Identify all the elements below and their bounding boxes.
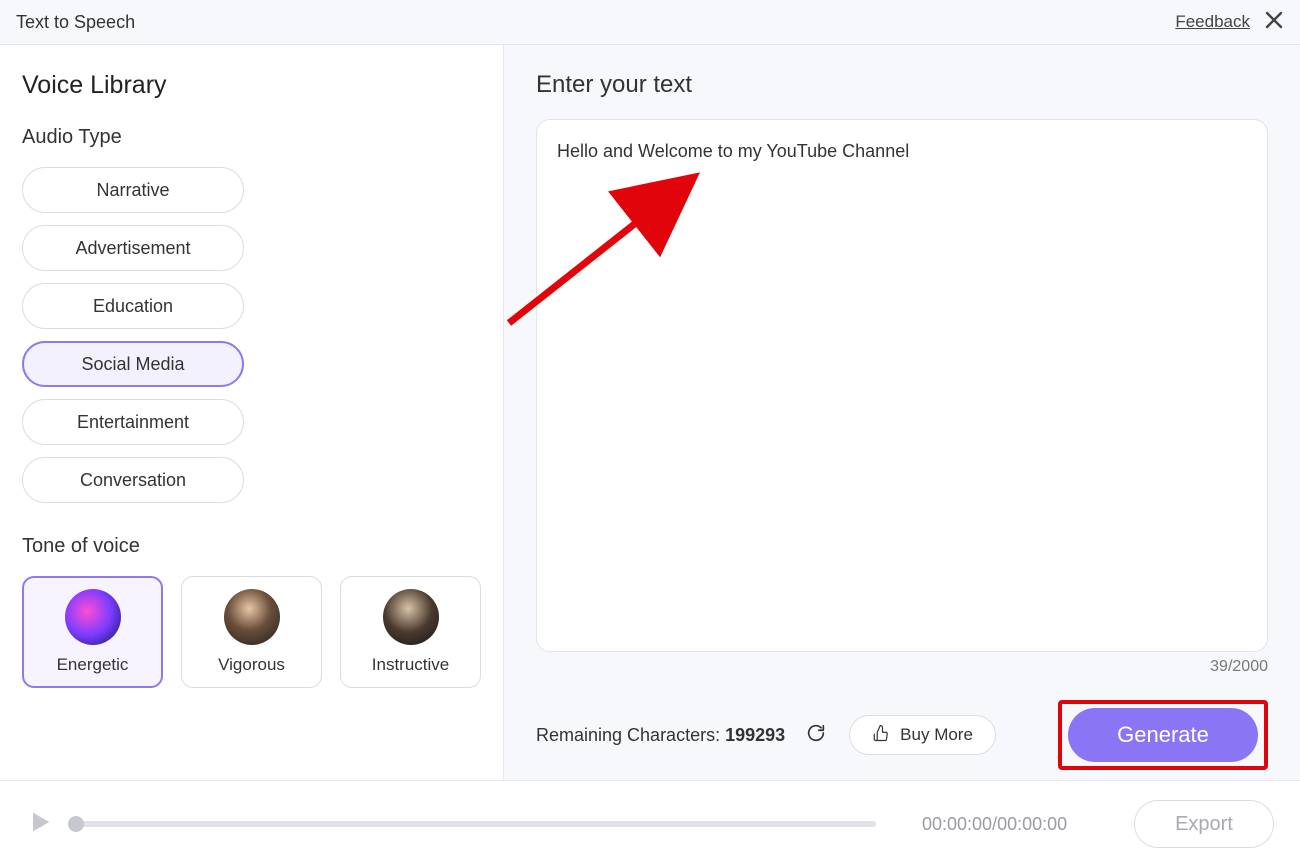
audio-type-narrative[interactable]: Narrative	[22, 167, 244, 213]
action-row: Remaining Characters: 199293 Buy More Ge…	[536, 700, 1268, 770]
tone-grid: Energetic Vigorous Instructive	[22, 576, 481, 688]
refresh-icon[interactable]	[805, 722, 827, 749]
avatar-icon	[383, 589, 439, 645]
text-input[interactable]	[536, 119, 1268, 652]
buy-more-label: Buy More	[900, 725, 973, 745]
tone-label-vigorous: Vigorous	[218, 655, 285, 675]
close-icon[interactable]	[1264, 10, 1284, 34]
sidebar-heading: Voice Library	[22, 71, 481, 100]
remaining-label: Remaining Characters: 199293	[536, 725, 785, 746]
playback-thumb[interactable]	[68, 816, 84, 832]
player-bar: 00:00:00/00:00:00 Export	[0, 780, 1300, 867]
buy-more-button[interactable]: Buy More	[849, 715, 996, 755]
thumbs-up-icon	[872, 724, 890, 747]
titlebar-right: Feedback	[1175, 10, 1284, 34]
sidebar: Voice Library Audio Type Narrative Adver…	[0, 45, 504, 780]
main: Voice Library Audio Type Narrative Adver…	[0, 45, 1300, 780]
generate-highlight-box: Generate	[1058, 700, 1268, 770]
playback-time: 00:00:00/00:00:00	[922, 814, 1067, 835]
content-heading: Enter your text	[536, 71, 1268, 99]
remaining-value: 199293	[725, 725, 785, 745]
avatar-icon	[224, 589, 280, 645]
tone-vigorous[interactable]: Vigorous	[181, 576, 322, 688]
audio-type-grid: Narrative Advertisement Education Social…	[22, 167, 481, 503]
playback-track[interactable]	[76, 821, 876, 827]
tone-label: Tone of voice	[22, 535, 481, 558]
tone-label-energetic: Energetic	[57, 655, 129, 675]
feedback-link[interactable]: Feedback	[1175, 12, 1250, 32]
audio-type-social-media[interactable]: Social Media	[22, 341, 244, 387]
audio-type-conversation[interactable]: Conversation	[22, 457, 244, 503]
play-icon[interactable]	[26, 808, 54, 841]
titlebar: Text to Speech Feedback	[0, 0, 1300, 45]
audio-type-entertainment[interactable]: Entertainment	[22, 399, 244, 445]
audio-type-education[interactable]: Education	[22, 283, 244, 329]
app-title: Text to Speech	[16, 12, 135, 33]
content: Enter your text 39/2000 Remaining Charac…	[504, 45, 1300, 780]
generate-button[interactable]: Generate	[1068, 708, 1258, 762]
audio-type-label: Audio Type	[22, 126, 481, 149]
tone-energetic[interactable]: Energetic	[22, 576, 163, 688]
tone-label-instructive: Instructive	[372, 655, 449, 675]
char-counter: 39/2000	[536, 658, 1268, 676]
avatar-icon	[65, 589, 121, 645]
remaining-label-text: Remaining Characters:	[536, 725, 720, 745]
export-button[interactable]: Export	[1134, 800, 1274, 848]
audio-type-advertisement[interactable]: Advertisement	[22, 225, 244, 271]
tone-instructive[interactable]: Instructive	[340, 576, 481, 688]
